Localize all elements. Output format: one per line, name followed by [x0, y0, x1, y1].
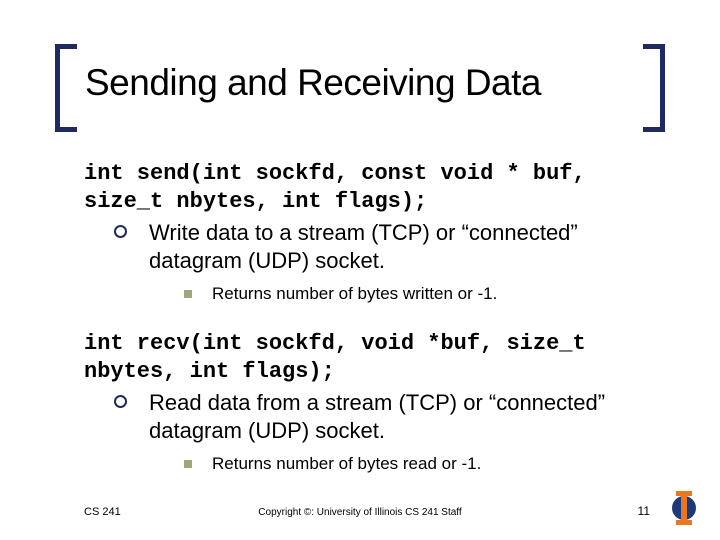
send-returns-row: Returns number of bytes written or -1. — [84, 284, 660, 304]
recv-block: int recv(int sockfd, void *buf, size_t n… — [84, 330, 660, 474]
send-desc-row: Write data to a stream (TCP) or “connect… — [84, 219, 660, 274]
square-bullet-icon — [184, 290, 192, 298]
recv-returns: Returns number of bytes read or -1. — [212, 454, 481, 474]
footer-copyright: Copyright ©: University of Illinois CS 2… — [0, 507, 720, 518]
bracket-right-icon — [643, 44, 665, 132]
square-bullet-icon — [184, 460, 192, 468]
recv-desc-row: Read data from a stream (TCP) or “connec… — [84, 389, 660, 444]
bracket-left-icon — [55, 44, 77, 132]
open-circle-bullet-icon — [114, 395, 127, 408]
send-description: Write data to a stream (TCP) or “connect… — [149, 219, 660, 274]
send-signature: int send(int sockfd, const void * buf, s… — [84, 160, 660, 215]
send-block: int send(int sockfd, const void * buf, s… — [84, 160, 660, 304]
recv-description: Read data from a stream (TCP) or “connec… — [149, 389, 660, 444]
title-bar: Sending and Receiving Data — [55, 48, 665, 130]
send-returns: Returns number of bytes written or -1. — [212, 284, 497, 304]
slide-title: Sending and Receiving Data — [85, 62, 541, 104]
illinois-logo-icon — [670, 488, 698, 528]
recv-signature: int recv(int sockfd, void *buf, size_t n… — [84, 330, 660, 385]
open-circle-bullet-icon — [114, 225, 127, 238]
recv-returns-row: Returns number of bytes read or -1. — [84, 454, 660, 474]
slide-body: int send(int sockfd, const void * buf, s… — [84, 160, 660, 474]
page-number: 11 — [638, 504, 650, 518]
